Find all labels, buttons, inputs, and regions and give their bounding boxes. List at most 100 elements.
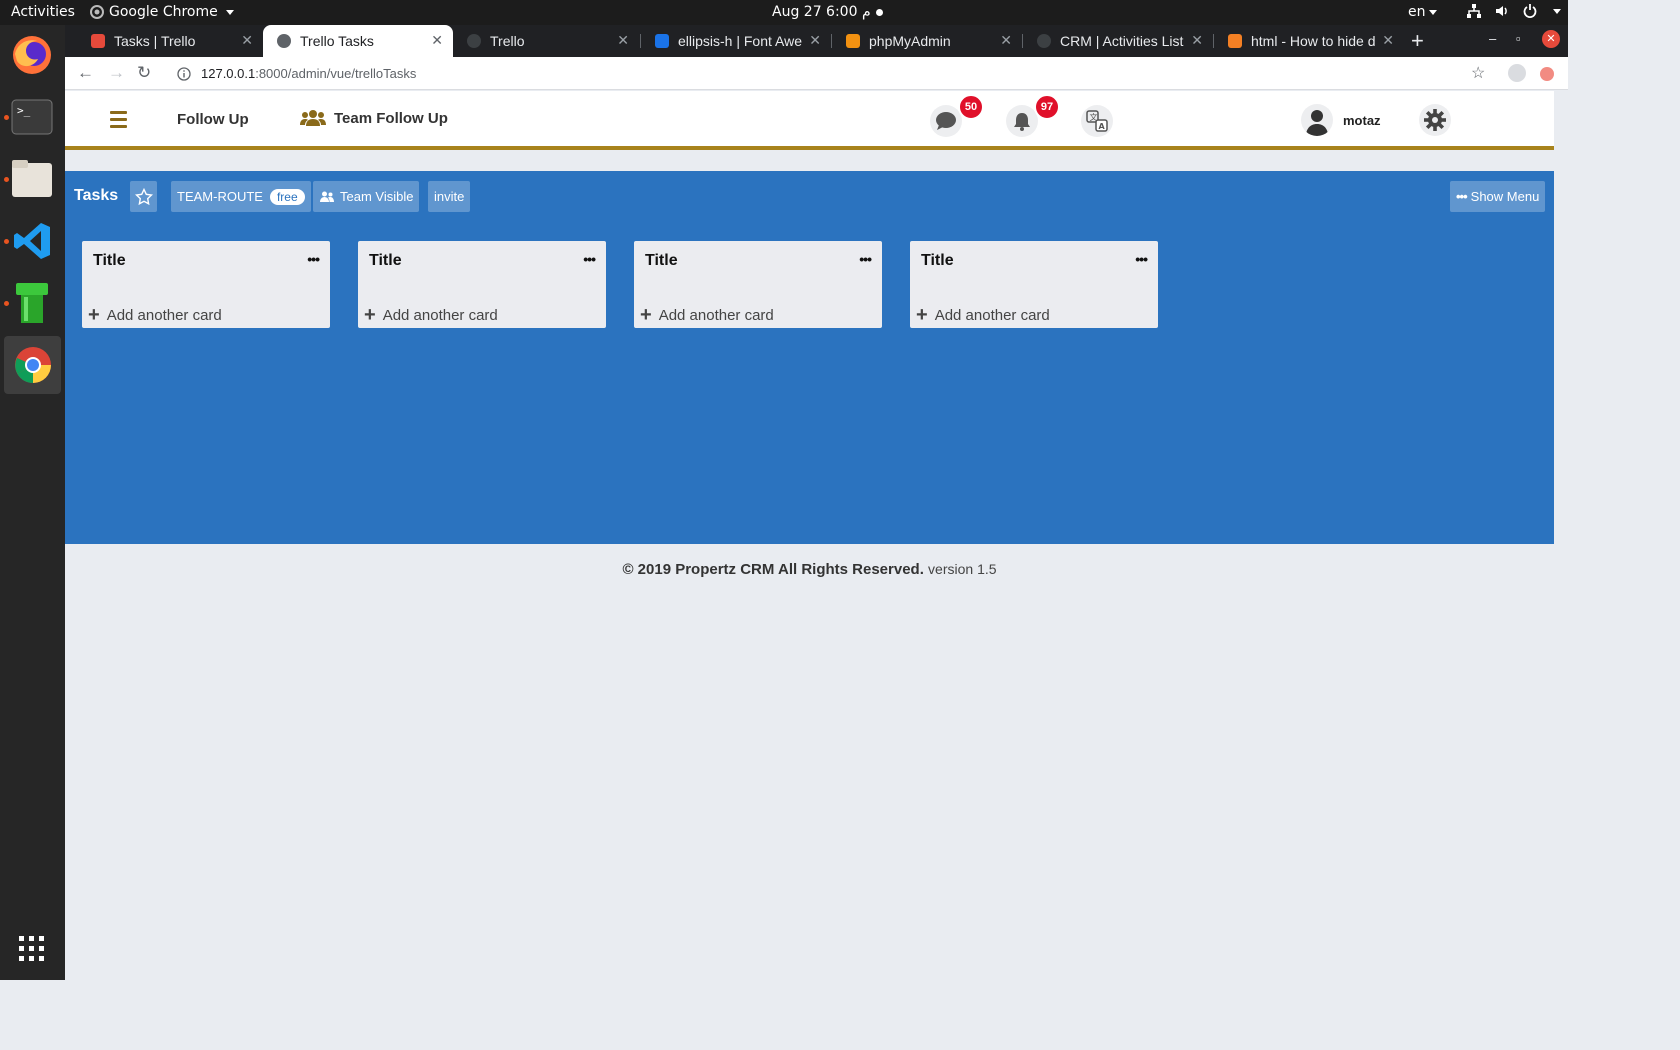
tab[interactable]: Trello ✕ — [453, 25, 639, 57]
visibility-button[interactable]: Team Visible — [313, 181, 420, 212]
minimize-button[interactable]: – — [1489, 31, 1496, 46]
svg-text:>_: >_ — [17, 104, 31, 117]
add-card-button[interactable]: + Add another card — [916, 305, 1050, 325]
tab-strip: Tasks | Trello ✕ Trello Tasks ✕ Trello ✕… — [65, 25, 1568, 57]
new-tab-button[interactable]: + — [1411, 28, 1424, 54]
close-icon[interactable]: ✕ — [241, 32, 253, 49]
close-icon[interactable]: ✕ — [1382, 32, 1394, 49]
user-menu[interactable]: motaz — [1301, 104, 1381, 136]
phpmyadmin-favicon-icon — [846, 34, 860, 48]
gear-icon — [1424, 109, 1446, 131]
files-launcher[interactable] — [10, 157, 54, 201]
translate-button[interactable]: 文A — [1081, 105, 1113, 137]
list-title[interactable]: Title — [93, 252, 126, 270]
vscode-launcher[interactable] — [10, 219, 54, 263]
list: Title ••• + Add another card — [910, 241, 1158, 328]
flag-favicon-icon — [655, 34, 669, 48]
app-menu-label: Google Chrome — [109, 4, 218, 20]
activities-button[interactable]: Activities — [11, 4, 75, 20]
pipe-app-launcher[interactable] — [10, 281, 54, 325]
vscode-icon — [14, 223, 50, 259]
show-menu-button[interactable]: ••• Show Menu — [1450, 181, 1546, 212]
stackoverflow-favicon-icon — [1228, 34, 1242, 48]
add-card-button[interactable]: + Add another card — [640, 305, 774, 325]
messages-button[interactable]: 50 — [930, 94, 984, 137]
ellipsis-icon[interactable]: ••• — [859, 251, 872, 267]
star-board-button[interactable] — [130, 181, 157, 212]
reload-button[interactable]: ↻ — [137, 63, 151, 83]
maximize-button[interactable]: ▫ — [1516, 31, 1521, 46]
firefox-launcher[interactable] — [10, 33, 54, 77]
close-icon[interactable]: ✕ — [1000, 32, 1012, 49]
messages-count-badge: 50 — [958, 94, 984, 120]
network-icon — [1467, 4, 1481, 18]
star-icon — [134, 187, 153, 205]
copyright-text: © 2019 Propertz CRM All Rights Reserved. — [622, 561, 924, 578]
ellipsis-icon[interactable]: ••• — [1135, 251, 1148, 267]
settings-button[interactable] — [1419, 104, 1451, 136]
tab[interactable]: html - How to hide d ✕ — [1214, 25, 1404, 57]
close-icon[interactable]: ✕ — [1191, 32, 1203, 49]
extension-icon[interactable] — [1540, 67, 1554, 81]
hamburger-menu-icon[interactable] — [110, 111, 127, 132]
url-path: :8000/admin/vue/trelloTasks — [255, 66, 417, 81]
add-card-label: Add another card — [658, 306, 774, 324]
tab[interactable]: phpMyAdmin ✕ — [832, 25, 1022, 57]
list: Title ••• + Add another card — [358, 241, 606, 328]
avatar — [1301, 104, 1333, 136]
team-follow-up-link[interactable]: Team Follow Up — [300, 109, 448, 127]
list-title[interactable]: Title — [369, 252, 402, 270]
tab-title: ellipsis-h | Font Awe — [678, 33, 802, 49]
close-window-button[interactable]: ✕ — [1542, 30, 1560, 48]
clock[interactable]: Aug 27 6:00 م — [772, 4, 883, 20]
team-button[interactable]: TEAM-ROUTE free — [171, 181, 311, 212]
terminal-launcher[interactable]: >_ — [10, 95, 54, 139]
board-title[interactable]: Tasks — [74, 187, 118, 205]
system-menu[interactable] — [1466, 3, 1561, 19]
plus-icon: + — [916, 304, 928, 326]
follow-up-link[interactable]: Follow Up — [177, 111, 249, 128]
running-indicator — [4, 177, 9, 182]
language-indicator[interactable]: en — [1408, 4, 1437, 20]
close-icon[interactable]: ✕ — [809, 32, 821, 49]
add-card-button[interactable]: + Add another card — [364, 305, 498, 325]
ellipsis-icon: ••• — [1456, 189, 1468, 204]
tab-active[interactable]: Trello Tasks ✕ — [263, 25, 453, 57]
info-icon — [177, 66, 191, 81]
list: Title ••• + Add another card — [634, 241, 882, 328]
ellipsis-icon[interactable]: ••• — [307, 251, 320, 267]
tab[interactable]: ellipsis-h | Font Awe ✕ — [641, 25, 831, 57]
show-applications-button[interactable] — [10, 927, 54, 971]
globe-favicon-icon — [277, 34, 291, 48]
firefox-icon — [13, 36, 51, 74]
ellipsis-icon[interactable]: ••• — [583, 251, 596, 267]
add-card-button[interactable]: + Add another card — [88, 305, 222, 325]
tab[interactable]: CRM | Activities List ✕ — [1023, 25, 1213, 57]
add-card-label: Add another card — [106, 306, 222, 324]
close-icon[interactable]: ✕ — [617, 32, 629, 49]
url-host: 127.0.0.1 — [201, 66, 256, 81]
language-label: en — [1408, 4, 1426, 20]
show-menu-label: Show Menu — [1470, 189, 1540, 204]
address-bar[interactable]: 127.0.0.1:8000/admin/vue/trelloTasks — [177, 61, 416, 86]
plus-icon: + — [88, 304, 100, 326]
bell-icon — [1014, 113, 1030, 131]
chrome-launcher[interactable] — [4, 336, 61, 394]
app-menu[interactable]: Google Chrome — [90, 4, 234, 20]
list-title[interactable]: Title — [645, 252, 678, 270]
profile-icon[interactable] — [1508, 64, 1526, 82]
back-button[interactable]: ← — [77, 63, 94, 83]
notifications-button[interactable]: 97 — [1006, 94, 1060, 137]
user-silhouette-icon — [1306, 110, 1328, 136]
running-indicator — [4, 239, 9, 244]
tab-title: Trello — [490, 33, 525, 49]
add-card-label: Add another card — [382, 306, 498, 324]
tab[interactable]: Tasks | Trello ✕ — [77, 25, 263, 57]
forward-button[interactable]: → — [108, 63, 125, 83]
invite-label: invite — [434, 189, 465, 204]
close-icon[interactable]: ✕ — [431, 32, 443, 49]
bookmark-star-icon[interactable]: ☆ — [1471, 63, 1485, 83]
invite-button[interactable]: invite — [428, 181, 471, 212]
list-title[interactable]: Title — [921, 252, 954, 270]
chrome-icon — [14, 347, 51, 383]
